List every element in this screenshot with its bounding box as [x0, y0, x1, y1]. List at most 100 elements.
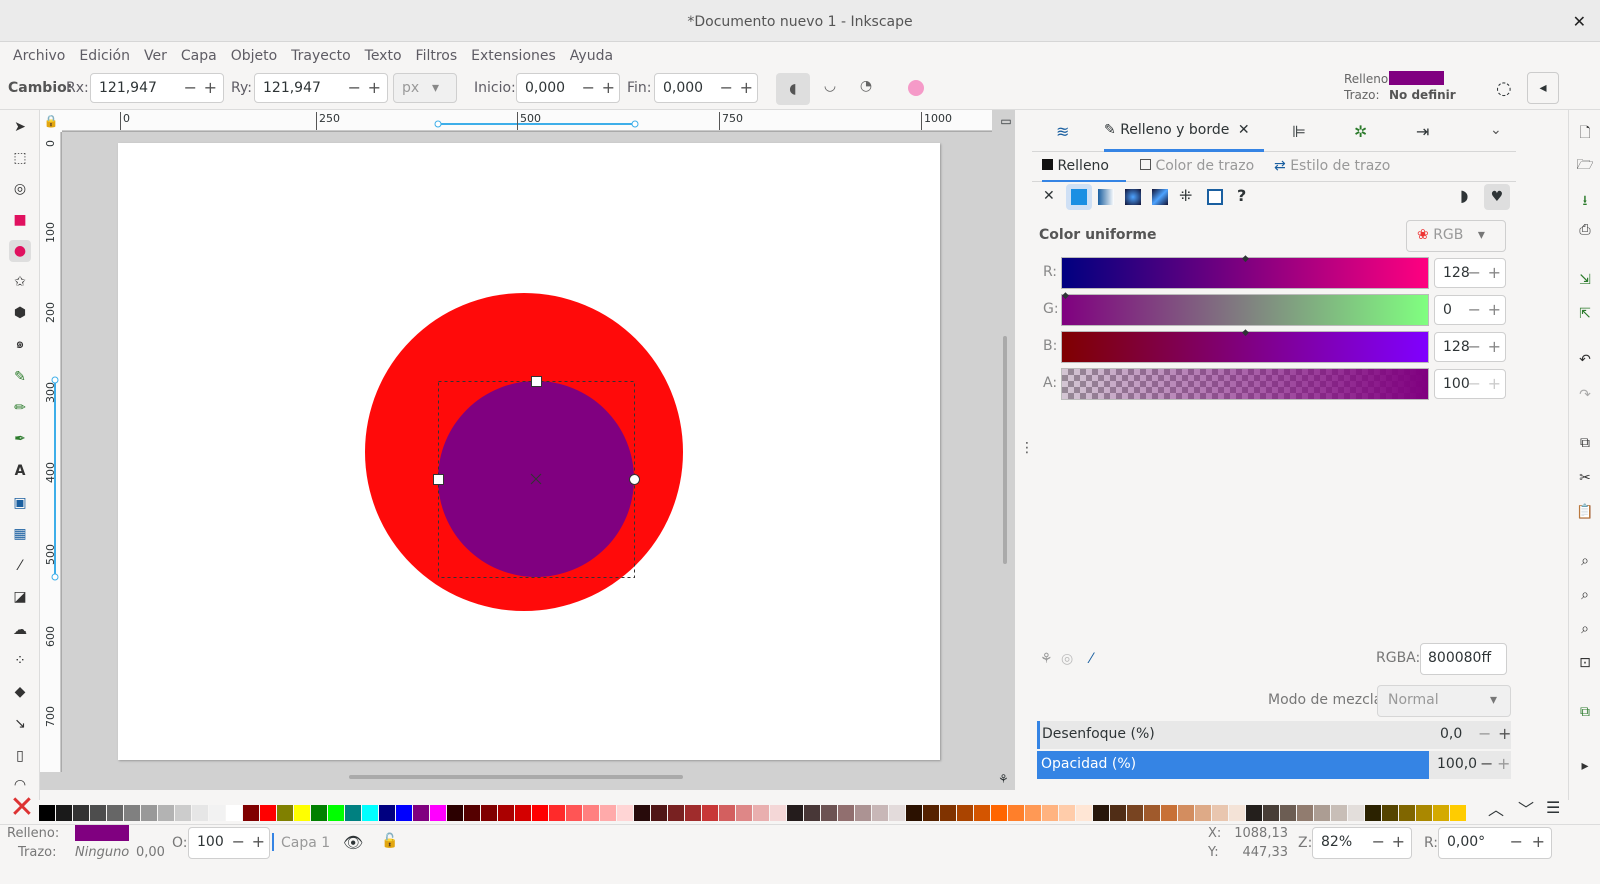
zoom-page-icon[interactable]: ⌕ [1575, 621, 1595, 641]
eyedropper-icon[interactable]: ⁄ [1090, 651, 1092, 667]
palette-swatch[interactable] [141, 805, 157, 821]
palette-swatch[interactable] [634, 805, 650, 821]
palette-swatch[interactable] [158, 805, 174, 821]
b-input[interactable]: 128− + [1434, 332, 1506, 362]
plus-icon[interactable]: + [1488, 259, 1501, 287]
palette-swatch[interactable] [821, 805, 837, 821]
plus-icon[interactable]: + [1532, 828, 1545, 856]
palette-swatch[interactable] [872, 805, 888, 821]
palette-swatch[interactable] [90, 805, 106, 821]
palette-swatch[interactable] [1416, 805, 1432, 821]
plus-icon[interactable]: + [1488, 296, 1501, 324]
export-icon[interactable]: ⇱ [1575, 306, 1595, 326]
r-slider[interactable]: ◆ [1061, 254, 1429, 289]
palette-swatch[interactable] [1144, 805, 1160, 821]
minus-icon[interactable]: − [1478, 724, 1491, 743]
zoom-drawing-icon[interactable]: ⌕ [1575, 587, 1595, 607]
snap-icon[interactable]: ◌ [1496, 78, 1512, 99]
plus-icon[interactable]: + [1498, 724, 1511, 743]
palette-swatch[interactable] [124, 805, 140, 821]
palette-swatch[interactable] [719, 805, 735, 821]
plus-icon[interactable]: + [1488, 333, 1501, 361]
palette-swatch[interactable] [753, 805, 769, 821]
palette-swatch[interactable] [736, 805, 752, 821]
chevron-down-icon[interactable]: ⌄ [1490, 122, 1502, 138]
palette-swatch[interactable] [974, 805, 990, 821]
palette-swatch[interactable] [430, 805, 446, 821]
minus-icon[interactable]: − [1480, 754, 1493, 773]
palette-swatch[interactable] [1110, 805, 1126, 821]
eye-icon[interactable]: 👁 [343, 833, 363, 852]
collapse-commands-button[interactable]: ◂ [1527, 72, 1559, 104]
palette-swatch[interactable] [1093, 805, 1109, 821]
plus-icon[interactable]: + [1497, 754, 1510, 773]
palette-swatch[interactable] [1042, 805, 1058, 821]
minus-icon[interactable]: − [1372, 828, 1385, 856]
palette-swatch[interactable] [1212, 805, 1228, 821]
swatch-icon[interactable] [1207, 189, 1223, 205]
minus-icon[interactable]: − [1468, 296, 1481, 324]
status-opacity-input[interactable]: 100− + [188, 827, 270, 859]
palette-menu-icon[interactable]: ☰ [1546, 798, 1560, 817]
subtab-fill[interactable]: Relleno [1042, 152, 1126, 182]
ry-handle[interactable] [531, 376, 542, 387]
palette-swatch[interactable] [1025, 805, 1041, 821]
subtab-stroke-style[interactable]: ⇄ Estilo de trazo [1274, 158, 1390, 174]
palette-swatch[interactable] [1263, 805, 1279, 821]
palette-swatch[interactable] [362, 805, 378, 821]
zoom-center-icon[interactable]: ⊡ [1575, 655, 1595, 675]
fill-rule-nonzero-icon[interactable]: ♥ [1484, 184, 1510, 210]
radial-gradient-icon[interactable] [1125, 189, 1141, 205]
palette-swatch[interactable] [787, 805, 803, 821]
color-management-icon[interactable]: ⚘ [998, 772, 1009, 786]
arc-start-handle[interactable] [629, 474, 640, 485]
minus-icon[interactable]: − [1510, 828, 1523, 856]
horizontal-scrollbar[interactable] [349, 775, 683, 779]
export-icon[interactable]: ⇥ [1416, 122, 1429, 141]
unlock-icon[interactable]: 🔓 [381, 833, 398, 849]
opacity-slider[interactable]: Opacidad (%) 100,0 − + [1037, 751, 1511, 779]
palette-swatch[interactable] [1399, 805, 1415, 821]
palette-swatch[interactable] [804, 805, 820, 821]
palette-swatch[interactable] [1297, 805, 1313, 821]
more-commands-icon[interactable]: ▸ [1575, 758, 1595, 778]
palette-swatch[interactable] [379, 805, 395, 821]
palette-swatch[interactable] [1195, 805, 1211, 821]
close-window-button[interactable]: ✕ [1573, 0, 1586, 44]
mesh-gradient-icon[interactable] [1152, 189, 1168, 205]
close-tab-icon[interactable]: ✕ [1238, 122, 1250, 138]
palette-swatch[interactable] [1008, 805, 1024, 821]
style-fill-swatch[interactable] [1389, 71, 1444, 85]
palette-swatch[interactable] [1450, 805, 1466, 821]
plus-icon[interactable]: + [1392, 828, 1405, 856]
palette-swatch[interactable] [940, 805, 956, 821]
palette-swatch[interactable] [1280, 805, 1296, 821]
redo-icon[interactable]: ↷ [1575, 387, 1595, 407]
palette-swatch[interactable] [1059, 805, 1075, 821]
palette-swatch[interactable] [260, 805, 276, 821]
minus-icon[interactable]: − [1468, 259, 1481, 287]
palette-swatch[interactable] [243, 805, 259, 821]
palette-swatch[interactable] [1229, 805, 1245, 821]
fill-rule-evenodd-icon[interactable]: ◗ [1460, 186, 1468, 205]
rgba-input[interactable]: 800080ff [1420, 643, 1507, 675]
palette-swatch[interactable] [532, 805, 548, 821]
status-stroke-width[interactable]: 0,00 [136, 845, 165, 860]
palette-swatch[interactable] [583, 805, 599, 821]
palette-swatch[interactable] [209, 805, 225, 821]
palette-swatch[interactable] [1246, 805, 1262, 821]
open-icon[interactable]: 🗁 [1575, 154, 1595, 174]
rx-handle[interactable] [433, 474, 444, 485]
plus-icon[interactable]: + [1488, 370, 1501, 398]
status-fill-swatch[interactable] [75, 825, 129, 841]
palette-swatch[interactable] [906, 805, 922, 821]
palette-swatch[interactable] [1127, 805, 1143, 821]
print-icon[interactable]: ⎙ [1575, 222, 1595, 242]
current-layer[interactable]: Capa 1 [281, 835, 330, 851]
status-stroke-value[interactable]: Ninguno [75, 845, 129, 860]
style-stroke-value[interactable]: No definir [1389, 88, 1456, 102]
palette-swatch[interactable] [770, 805, 786, 821]
palette-swatch[interactable] [498, 805, 514, 821]
minus-icon[interactable]: − [232, 828, 245, 856]
palette-swatch[interactable] [1382, 805, 1398, 821]
